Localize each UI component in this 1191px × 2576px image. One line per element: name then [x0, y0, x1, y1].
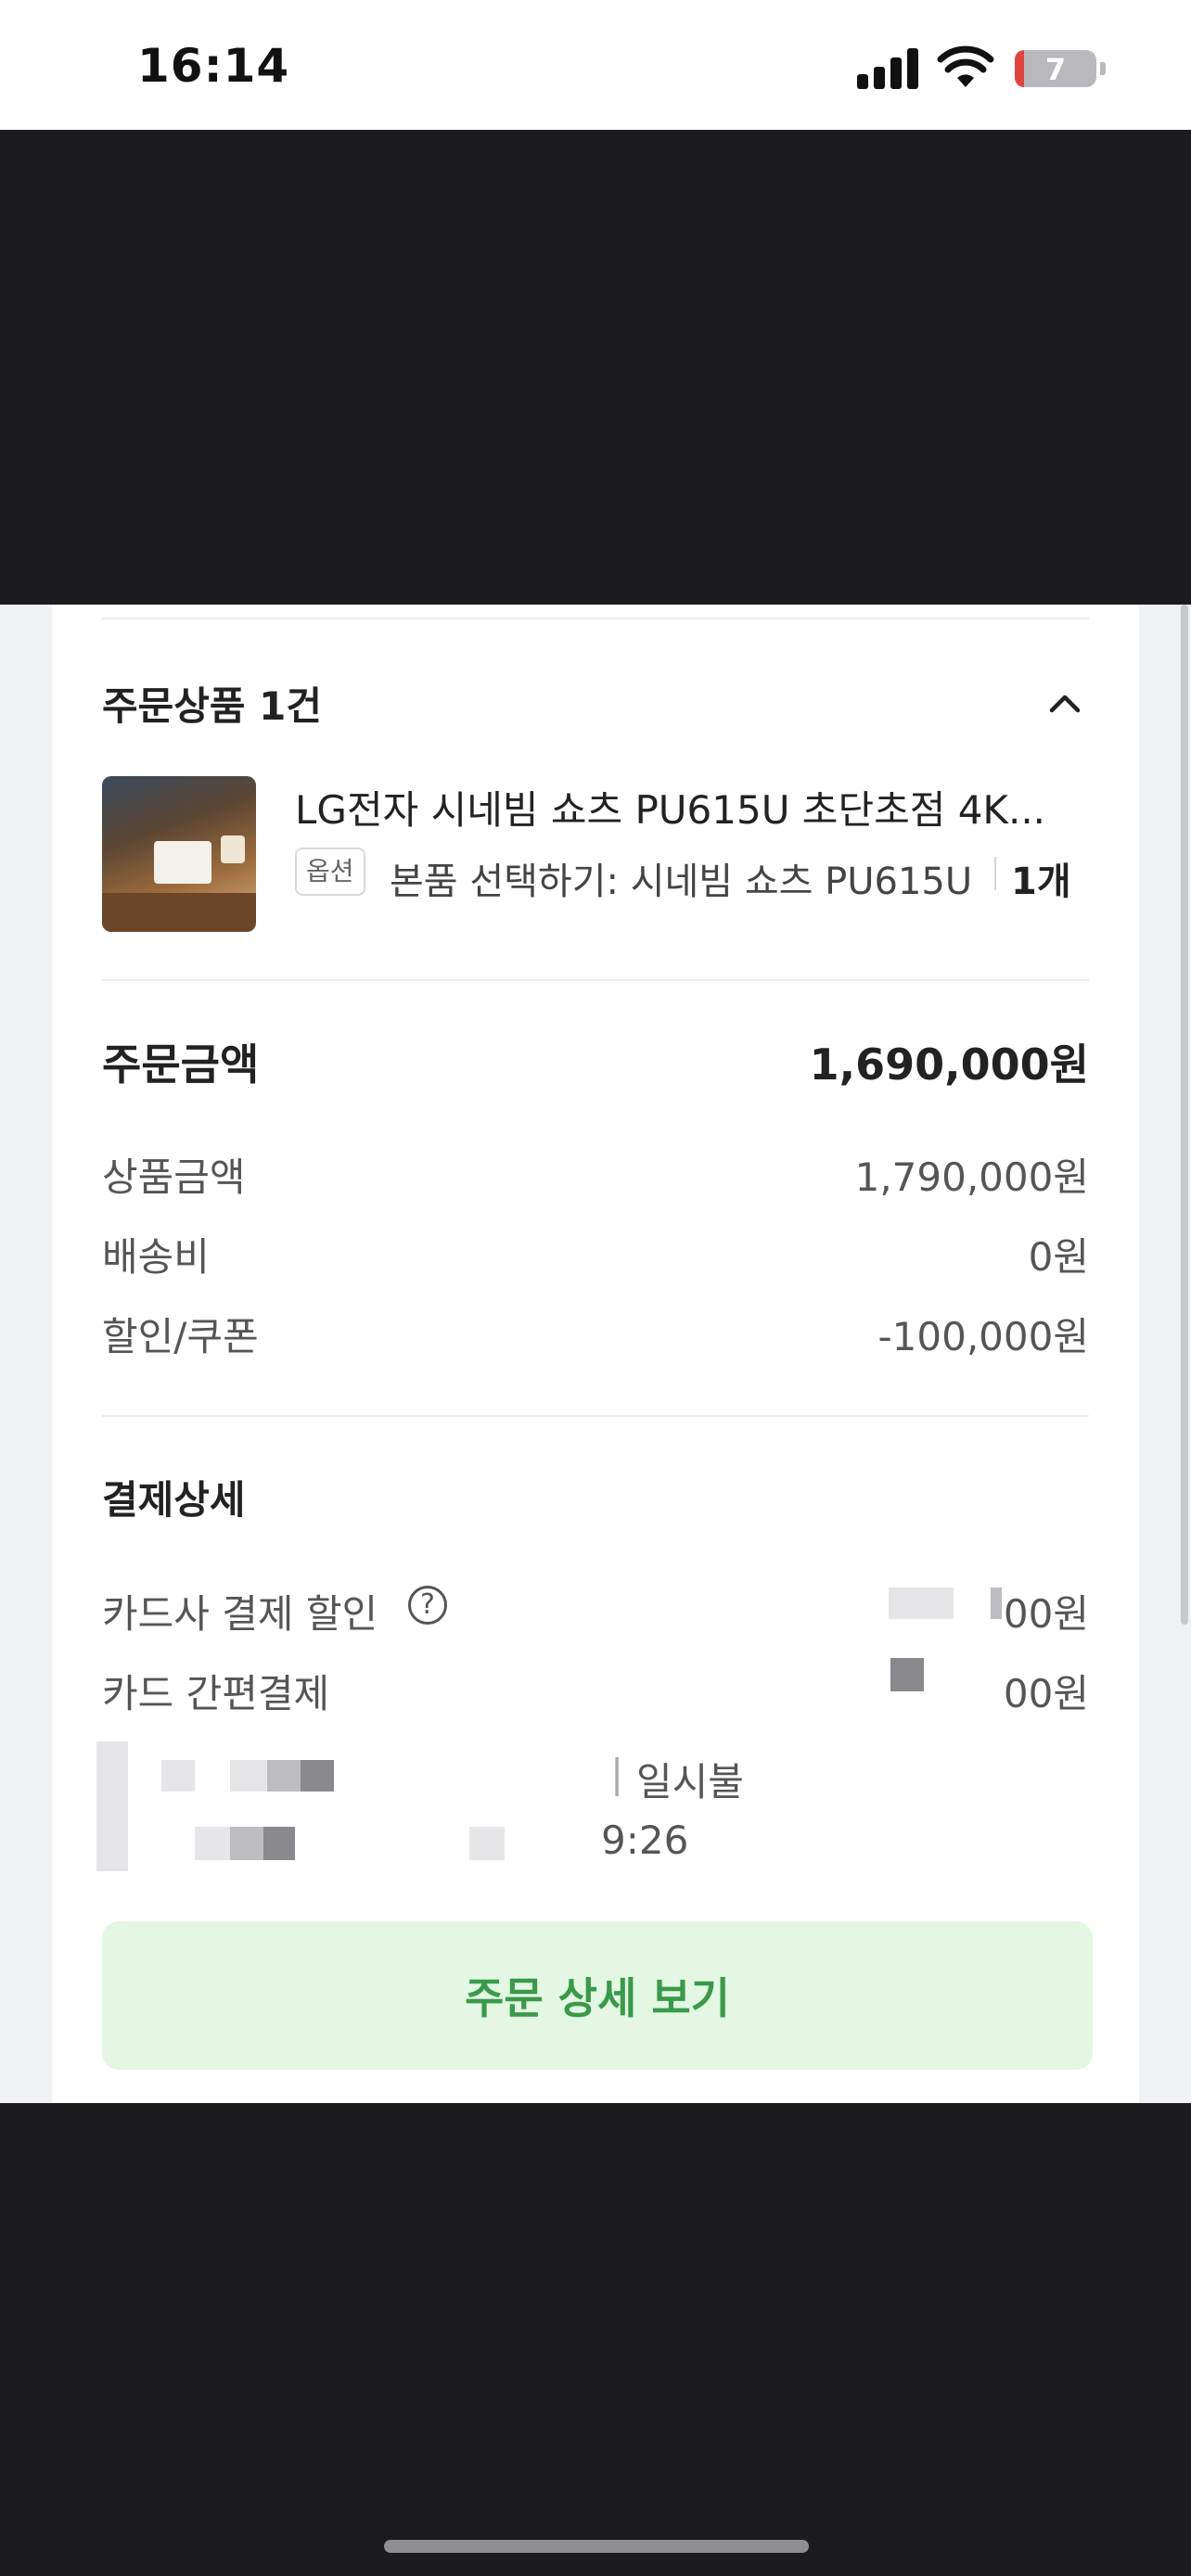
divider — [994, 857, 996, 890]
redacted-block — [230, 1827, 263, 1860]
redacted-block — [263, 1827, 295, 1860]
quantity: 1개 — [1011, 861, 1071, 903]
redacted-block — [195, 1827, 230, 1860]
redacted-block — [889, 1588, 954, 1619]
card-discount-label: 카드사 결제 할인 — [102, 1591, 378, 1637]
order-detail-button[interactable]: 주문 상세 보기 — [102, 1921, 1093, 2070]
easy-pay-value: 00원 — [1003, 1671, 1089, 1716]
battery-tip — [1100, 62, 1106, 75]
product-amount-value: 1,790,000원 — [854, 1154, 1089, 1200]
order-amount-title: 주문금액 — [102, 1039, 260, 1090]
redacted-block — [991, 1588, 1002, 1619]
order-card: 주문상품 1건 LG전자 시네빔 쇼츠 PU615U 초단초점 4K... 옵션… — [52, 605, 1139, 2103]
redacted-block — [161, 1760, 195, 1792]
status-time: 16:14 — [137, 39, 290, 93]
divider — [102, 979, 1089, 981]
discount-label: 할인/쿠폰 — [102, 1314, 259, 1359]
redacted-block — [301, 1760, 334, 1792]
discount-value: -100,000원 — [877, 1314, 1089, 1359]
redacted-block — [469, 1827, 505, 1860]
order-amount-total: 1,690,000원 — [809, 1039, 1089, 1090]
cellular-signal-icon — [857, 46, 922, 89]
option-badge: 옵션 — [295, 848, 365, 896]
order-items-title: 주문상품 1건 — [102, 683, 323, 729]
product-name[interactable]: LG전자 시네빔 쇼츠 PU615U 초단초점 4K... — [295, 779, 1148, 835]
payment-detail-title: 결제상세 — [102, 1477, 246, 1523]
battery-level: 7 — [1044, 52, 1067, 87]
battery-icon: 7 — [1015, 50, 1096, 87]
help-icon[interactable]: ? — [408, 1586, 447, 1625]
redacted-block — [890, 1658, 924, 1691]
home-indicator[interactable] — [384, 2540, 809, 2553]
shipping-fee-value: 0원 — [1028, 1234, 1089, 1280]
product-thumbnail[interactable] — [102, 776, 256, 932]
redacted-block — [230, 1760, 267, 1792]
divider — [102, 618, 1089, 619]
scrollbar[interactable] — [1181, 605, 1188, 1625]
separator-bar: | — [610, 1751, 624, 1796]
payment-time: 9:26 — [601, 1817, 689, 1863]
option-text: 본품 선택하기: 시네빔 쇼츠 PU615U — [390, 861, 973, 903]
divider — [102, 1415, 1089, 1417]
status-bar: 16:14 7 — [0, 0, 1191, 130]
product-amount-label: 상품금액 — [102, 1154, 246, 1200]
shipping-fee-label: 배송비 — [102, 1234, 210, 1280]
redacted-block — [96, 1741, 128, 1871]
order-sheet: 주문상품 1건 LG전자 시네빔 쇼츠 PU615U 초단초점 4K... 옵션… — [0, 605, 1191, 2103]
wifi-icon — [937, 45, 994, 87]
chevron-up-icon[interactable] — [1046, 684, 1083, 721]
redacted-block — [267, 1760, 301, 1792]
easy-pay-label: 카드 간편결제 — [102, 1671, 330, 1716]
card-discount-value: 00원 — [1003, 1591, 1089, 1637]
installment-text: 일시불 — [636, 1759, 744, 1804]
